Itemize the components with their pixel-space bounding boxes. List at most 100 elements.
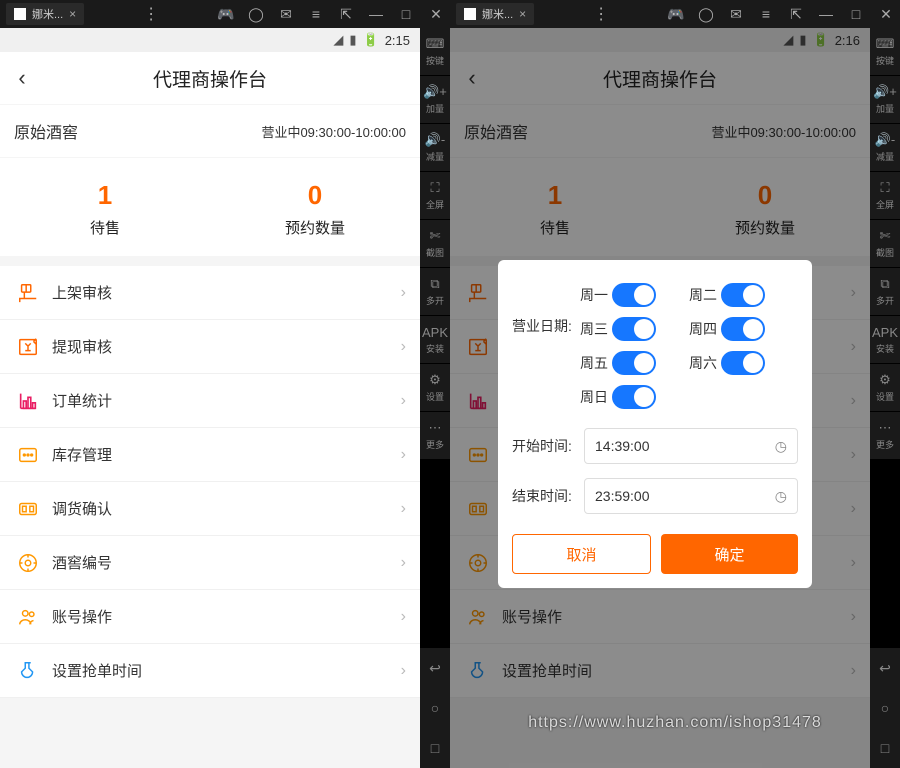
side-tool-加量[interactable]: 🔊+加量	[420, 76, 450, 124]
side-tool-icon: ✄	[880, 228, 891, 244]
menu-label: 设置抢单时间	[52, 660, 401, 681]
battery-icon: 🔋	[363, 32, 379, 48]
end-time-row: 结束时间: 23:59:00 ◷	[512, 478, 798, 514]
menu-list: 上架审核›提现审核›订单统计›库存管理›调货确认›酒窖编号›账号操作›设置抢单时…	[0, 266, 420, 698]
chevron-right-icon: ›	[401, 392, 406, 410]
back-button[interactable]: ‹	[0, 65, 44, 91]
emulator-panel-left: 娜米... × ⋮ 🎮 ◯ ✉ ≡ ⇱ — □ ✕ ⌨按键🔊+加量🔊-减量⛶全屏…	[0, 0, 450, 768]
side-tool-多开[interactable]: ⧉多开	[870, 268, 900, 316]
side-tool-多开[interactable]: ⧉多开	[420, 268, 450, 316]
mail-icon[interactable]: ✉	[278, 6, 294, 22]
side-tool-icon: ⌨	[426, 36, 445, 52]
day-switch[interactable]	[721, 317, 765, 341]
stat-box[interactable]: 0预约数量	[210, 180, 420, 238]
store-info-row[interactable]: 原始酒窖 营业中09:30:00-10:00:00	[0, 105, 420, 157]
side-tool-安装[interactable]: APK安装	[870, 316, 900, 364]
stat-label: 预约数量	[210, 217, 420, 238]
ok-button[interactable]: 确定	[661, 534, 798, 574]
stat-box[interactable]: 1待售	[0, 180, 210, 238]
nav-recent[interactable]: □	[420, 728, 450, 768]
tab-close-icon[interactable]: ×	[519, 7, 526, 21]
side-tool-icon: ⋯	[429, 420, 442, 436]
share-icon[interactable]: ⇱	[338, 6, 354, 22]
menu-label: 酒窖编号	[52, 552, 401, 573]
menu-item-grab-time[interactable]: 设置抢单时间›	[0, 644, 420, 698]
side-tool-全屏[interactable]: ⛶全屏	[420, 172, 450, 220]
side-tool-icon: ⚙	[879, 372, 891, 388]
day-switch[interactable]	[612, 351, 656, 375]
side-tool-截图[interactable]: ✄截图	[420, 220, 450, 268]
side-tool-icon: ✄	[430, 228, 441, 244]
menu-item-transfer-confirm[interactable]: 调货确认›	[0, 482, 420, 536]
nav-back[interactable]: ↩	[420, 648, 450, 688]
day-switch[interactable]	[612, 283, 656, 307]
wifi-icon: ◢	[333, 32, 343, 48]
nav-home[interactable]: ○	[870, 688, 900, 728]
gamepad-icon[interactable]: 🎮	[668, 6, 684, 22]
tab-menu-icon[interactable]: ⋮	[143, 4, 159, 24]
mail-icon[interactable]: ✉	[728, 6, 744, 22]
nav-back[interactable]: ↩	[870, 648, 900, 688]
menu-item-shelf-audit[interactable]: 上架审核›	[0, 266, 420, 320]
side-tool-全屏[interactable]: ⛶全屏	[870, 172, 900, 220]
start-time-value: 14:39:00	[595, 438, 650, 454]
menu-item-cellar-number[interactable]: 酒窖编号›	[0, 536, 420, 590]
menu-item-inventory[interactable]: 库存管理›	[0, 428, 420, 482]
tab-menu-icon[interactable]: ⋮	[593, 4, 609, 24]
minimize-icon[interactable]: —	[368, 6, 384, 22]
day-toggle-2: 周三	[580, 312, 689, 346]
day-switch[interactable]	[612, 317, 656, 341]
user-icon[interactable]: ◯	[248, 6, 264, 22]
android-nav-bar: ↩○□	[420, 648, 450, 768]
day-label: 周四	[689, 319, 717, 339]
side-tool-按键[interactable]: ⌨按键	[870, 28, 900, 76]
cancel-button[interactable]: 取消	[512, 534, 651, 574]
phone-screen-left: ◢ ▮ 🔋 2:15 ‹ 代理商操作台 原始酒窖 营业中09:30:00-10:…	[0, 28, 420, 768]
menu-item-withdraw-audit[interactable]: 提现审核›	[0, 320, 420, 374]
side-tool-更多[interactable]: ⋯更多	[420, 412, 450, 460]
side-tool-安装[interactable]: APK安装	[420, 316, 450, 364]
close-window-icon[interactable]: ✕	[428, 6, 444, 22]
side-tool-加量[interactable]: 🔊+加量	[870, 76, 900, 124]
side-tool-截图[interactable]: ✄截图	[870, 220, 900, 268]
share-icon[interactable]: ⇱	[788, 6, 804, 22]
side-tool-设置[interactable]: ⚙设置	[870, 364, 900, 412]
browser-tab[interactable]: 娜米... ×	[6, 3, 84, 25]
clock-icon: ◷	[775, 488, 787, 505]
stat-label: 待售	[0, 217, 210, 238]
maximize-icon[interactable]: □	[848, 6, 864, 22]
side-tool-更多[interactable]: ⋯更多	[870, 412, 900, 460]
menu-icon[interactable]: ≡	[758, 6, 774, 22]
business-hours-dialog: 营业日期: 周一周二周三周四周五周六周日 开始时间: 14:39:00 ◷ 结束…	[498, 260, 812, 588]
day-switch[interactable]	[721, 283, 765, 307]
end-time-input[interactable]: 23:59:00 ◷	[584, 478, 798, 514]
maximize-icon[interactable]: □	[398, 6, 414, 22]
day-label: 周一	[580, 285, 608, 305]
side-tool-按键[interactable]: ⌨按键	[420, 28, 450, 76]
side-tool-减量[interactable]: 🔊-减量	[420, 124, 450, 172]
inventory-icon	[14, 441, 42, 469]
day-switch[interactable]	[721, 351, 765, 375]
browser-tab[interactable]: 娜米... ×	[456, 3, 534, 25]
side-tool-设置[interactable]: ⚙设置	[420, 364, 450, 412]
side-tool-label: 多开	[426, 294, 444, 307]
chevron-right-icon: ›	[401, 662, 406, 680]
nav-home[interactable]: ○	[420, 688, 450, 728]
menu-item-order-stats[interactable]: 订单统计›	[0, 374, 420, 428]
tab-close-icon[interactable]: ×	[69, 7, 76, 21]
transfer-confirm-icon	[14, 495, 42, 523]
minimize-icon[interactable]: —	[818, 6, 834, 22]
chevron-right-icon: ›	[401, 554, 406, 572]
business-date-label: 营业日期:	[512, 278, 574, 336]
close-window-icon[interactable]: ✕	[878, 6, 894, 22]
nav-recent[interactable]: □	[870, 728, 900, 768]
gamepad-icon[interactable]: 🎮	[218, 6, 234, 22]
menu-item-account-ops[interactable]: 账号操作›	[0, 590, 420, 644]
side-tool-icon: ⋯	[879, 420, 892, 436]
menu-icon[interactable]: ≡	[308, 6, 324, 22]
user-icon[interactable]: ◯	[698, 6, 714, 22]
day-switch[interactable]	[612, 385, 656, 409]
tab-title: 娜米...	[32, 6, 63, 22]
side-tool-减量[interactable]: 🔊-减量	[870, 124, 900, 172]
start-time-input[interactable]: 14:39:00 ◷	[584, 428, 798, 464]
